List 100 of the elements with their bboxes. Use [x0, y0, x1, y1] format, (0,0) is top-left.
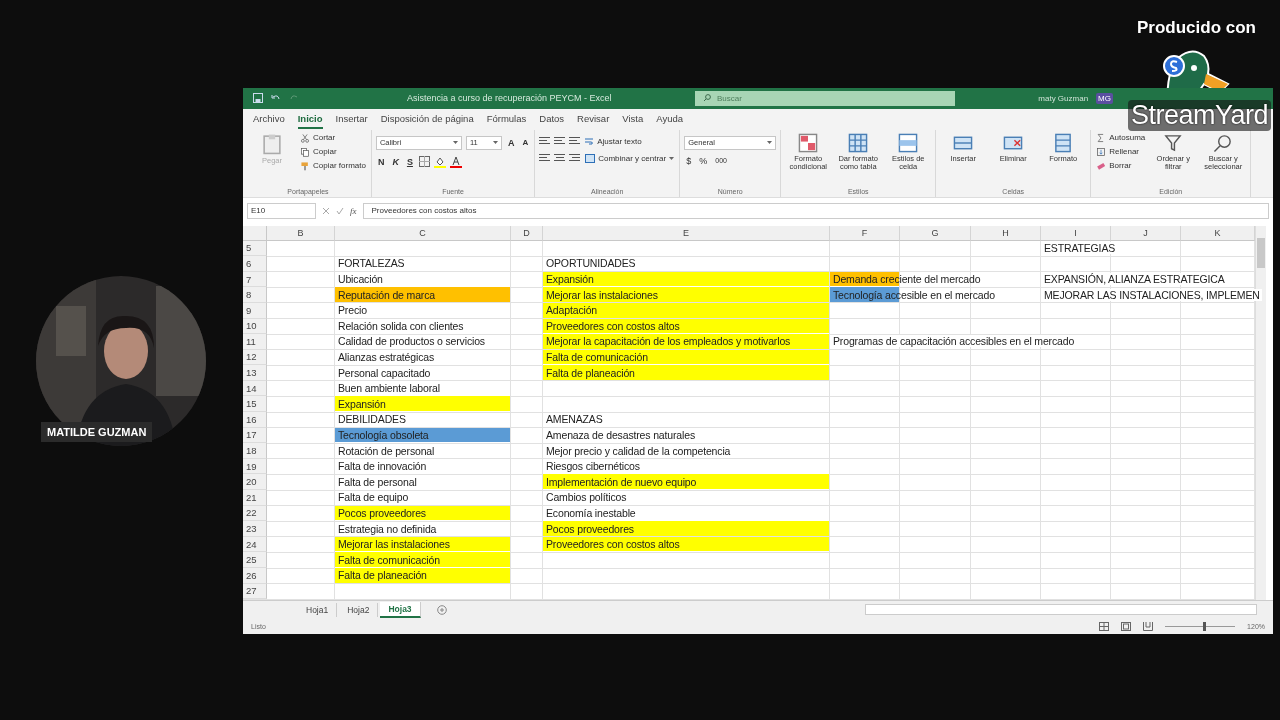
- cell-text: ESTRATEGIAS: [1041, 241, 1118, 254]
- font-style-button[interactable]: S: [404, 156, 415, 167]
- normal-view-icon[interactable]: [1099, 621, 1110, 631]
- merge-center-button[interactable]: Combinar y centrar: [584, 152, 676, 164]
- cell-text: Falta de equipo: [335, 491, 411, 504]
- ribbon-tab[interactable]: Insertar: [335, 109, 368, 129]
- ribbon-tab[interactable]: Vista: [622, 109, 644, 129]
- wrap-text-button[interactable]: Ajustar texto: [584, 135, 643, 147]
- column-header[interactable]: E: [543, 225, 830, 241]
- fill-down-icon: [1096, 146, 1107, 157]
- check-icon[interactable]: [336, 206, 344, 215]
- align-right-icon[interactable]: [569, 153, 581, 164]
- cell-text: Implementación de nuevo equipo: [545, 475, 698, 488]
- conditional-format-icon: [798, 132, 819, 153]
- save-icon[interactable]: [253, 93, 263, 104]
- sheet-tab[interactable]: Hoja3: [380, 601, 421, 618]
- ribbon-tab[interactable]: Datos: [539, 109, 565, 129]
- borders-icon[interactable]: [418, 156, 430, 168]
- edit-action-button[interactable]: Rellenar: [1095, 145, 1147, 158]
- scissors-icon: [300, 132, 310, 143]
- column-header[interactable]: K: [1181, 225, 1255, 241]
- clipboard-action-button[interactable]: Copiar: [299, 145, 367, 158]
- column-header[interactable]: G: [900, 225, 971, 241]
- user-avatar[interactable]: MG: [1096, 92, 1113, 104]
- clipboard-action-button[interactable]: Cortar: [299, 131, 367, 144]
- ribbon-tab[interactable]: Inicio: [297, 109, 323, 129]
- cell-text: Alianzas estratégicas: [335, 351, 437, 363]
- name-box[interactable]: E10: [247, 202, 316, 219]
- row-header[interactable]: 11: [243, 334, 267, 350]
- presenter-name: MATILDE GUZMAN: [41, 422, 153, 442]
- align-left-icon[interactable]: [539, 153, 551, 164]
- decrease-font-button[interactable]: A: [520, 138, 531, 148]
- horizontal-scrollbar[interactable]: [865, 604, 1257, 616]
- column-header[interactable]: C: [335, 225, 511, 241]
- number-format-button[interactable]: %: [697, 155, 710, 166]
- cell-text: OPORTUNIDADES: [543, 257, 638, 270]
- row-header[interactable]: 20: [243, 474, 267, 491]
- cell-text: Proveedores con costos altos: [545, 319, 681, 332]
- page-layout-icon[interactable]: [1121, 621, 1132, 631]
- sort-filter-icon: [1163, 132, 1184, 153]
- cell-text: Falta de personal: [335, 475, 419, 488]
- user-name: maty Guzman: [1038, 93, 1089, 103]
- ribbon-tab[interactable]: Revisar: [577, 109, 610, 129]
- increase-font-button[interactable]: A: [505, 137, 517, 148]
- caret-icon: [492, 141, 498, 145]
- align-bottom-icon[interactable]: [569, 136, 581, 147]
- row-header[interactable]: 8: [243, 287, 267, 303]
- row-header[interactable]: 21: [243, 490, 267, 506]
- column-header[interactable]: F: [830, 225, 900, 241]
- caret-icon: [452, 141, 458, 145]
- cell-text: Buen ambiente laboral: [335, 382, 442, 395]
- cell-text: Precio: [335, 304, 369, 317]
- ribbon-tab[interactable]: Archivo: [253, 109, 285, 129]
- formula-field[interactable]: Proveedores con costos altos: [362, 202, 1269, 219]
- clipboard-action-button[interactable]: Copiar formato: [299, 159, 367, 172]
- row-header[interactable]: 26: [243, 568, 267, 584]
- column-header[interactable]: I: [1041, 225, 1111, 241]
- row-header[interactable]: 13: [243, 365, 267, 381]
- column-header[interactable]: J: [1111, 225, 1181, 241]
- add-sheet-icon[interactable]: [436, 604, 447, 615]
- cell-style-icon: [898, 132, 919, 153]
- zoom-slider-thumb[interactable]: [1202, 621, 1206, 631]
- align-middle-icon[interactable]: [554, 136, 566, 147]
- insert-function-button[interactable]: fx: [350, 205, 357, 216]
- cell-text: Expansión: [337, 397, 387, 410]
- ribbon-tab[interactable]: Disposición de página: [380, 109, 474, 129]
- sheet-tab[interactable]: Hoja2: [339, 602, 379, 617]
- column-header[interactable]: D: [511, 225, 543, 241]
- page-break-icon[interactable]: [1143, 621, 1154, 631]
- align-center-icon[interactable]: [554, 153, 566, 164]
- align-top-icon[interactable]: [539, 136, 551, 147]
- number-format-button[interactable]: $: [684, 155, 694, 166]
- cell-text: Falta de comunicación: [337, 553, 441, 566]
- font-style-button[interactable]: N: [375, 156, 387, 167]
- row-header[interactable]: 25: [243, 552, 267, 568]
- row-header[interactable]: 16: [243, 412, 267, 428]
- search-icon: [1213, 132, 1234, 153]
- column-header[interactable]: H: [971, 225, 1041, 241]
- logo-text: StreamYard: [1128, 100, 1272, 131]
- caret-icon: [669, 156, 675, 160]
- ribbon-tab[interactable]: Fórmulas: [486, 109, 527, 129]
- row-header[interactable]: 23: [243, 521, 267, 537]
- cell-text: Pocos proveedores: [545, 522, 635, 535]
- row-header[interactable]: 15: [243, 396, 267, 413]
- font-style-button[interactable]: K: [390, 156, 401, 167]
- column-header[interactable]: B: [267, 225, 335, 241]
- cell-text: Mejorar las instalaciones: [337, 538, 451, 551]
- font-color-icon[interactable]: [449, 155, 462, 168]
- cell-text: Rotación de personal: [335, 444, 437, 457]
- edit-action-button[interactable]: Borrar: [1095, 159, 1147, 172]
- cell-text: Cambios políticos: [543, 491, 629, 504]
- copy-icon: [300, 146, 310, 157]
- ribbon-tab[interactable]: Ayuda: [656, 109, 683, 129]
- sheet-tab[interactable]: Hoja1: [298, 602, 338, 617]
- cell-text: Tecnología obsoleta: [337, 428, 430, 441]
- table-icon: [848, 132, 869, 153]
- edit-action-button[interactable]: Autosuma: [1095, 131, 1147, 144]
- row-header[interactable]: 18: [243, 443, 267, 459]
- fill-color-icon[interactable]: [433, 155, 446, 168]
- row-header[interactable]: 6: [243, 256, 267, 272]
